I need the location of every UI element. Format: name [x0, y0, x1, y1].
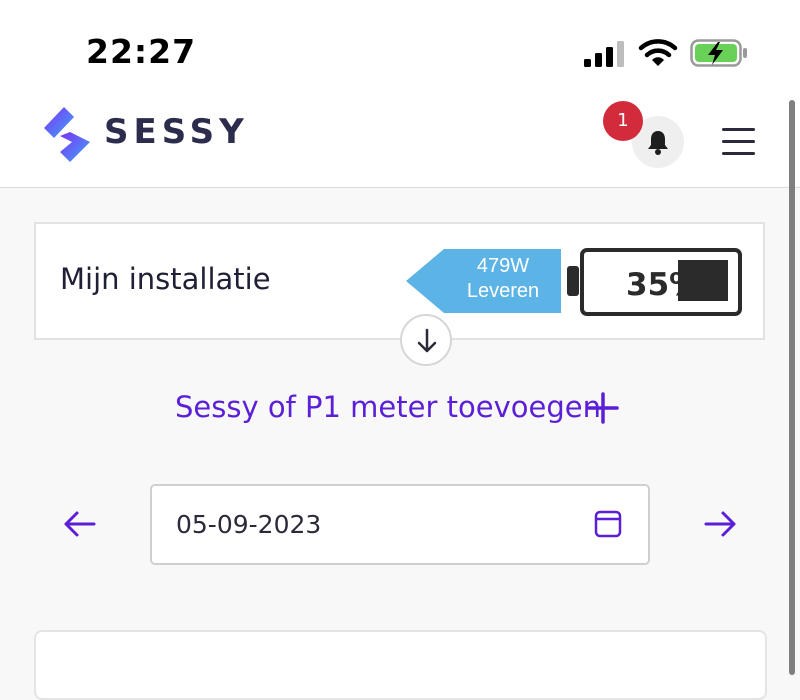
- status-time: 22:27: [86, 32, 197, 71]
- hamburger-menu-icon[interactable]: [720, 126, 758, 156]
- arrow-down-icon: [417, 328, 437, 353]
- expand-installation-button[interactable]: [400, 314, 452, 366]
- power-value: 479W: [476, 255, 530, 277]
- date-value: 05-09-2023: [176, 510, 322, 539]
- power-mode: Leveren: [466, 280, 540, 302]
- calendar-icon[interactable]: [594, 510, 622, 538]
- add-device-link[interactable]: Sessy of P1 meter toevoegen: [175, 390, 601, 424]
- wifi-icon: [638, 39, 678, 66]
- battery-percentage: 35%: [626, 267, 701, 303]
- sessy-logo-icon[interactable]: [40, 104, 94, 166]
- power-flow-indicator: 479W Leveren: [406, 249, 561, 313]
- bell-icon: [648, 131, 668, 155]
- installation-title: Mijn installatie: [60, 262, 271, 296]
- chart-card: [34, 630, 767, 700]
- previous-day-arrow-icon[interactable]: [62, 506, 98, 542]
- notification-badge: 1: [603, 101, 643, 141]
- next-day-arrow-icon[interactable]: [702, 506, 738, 542]
- battery-charging-icon: [690, 39, 747, 67]
- brand-name: SESSY: [104, 112, 249, 152]
- cellular-signal-icon: [584, 41, 624, 67]
- scrollbar[interactable]: [789, 100, 795, 675]
- plus-icon[interactable]: [586, 391, 620, 425]
